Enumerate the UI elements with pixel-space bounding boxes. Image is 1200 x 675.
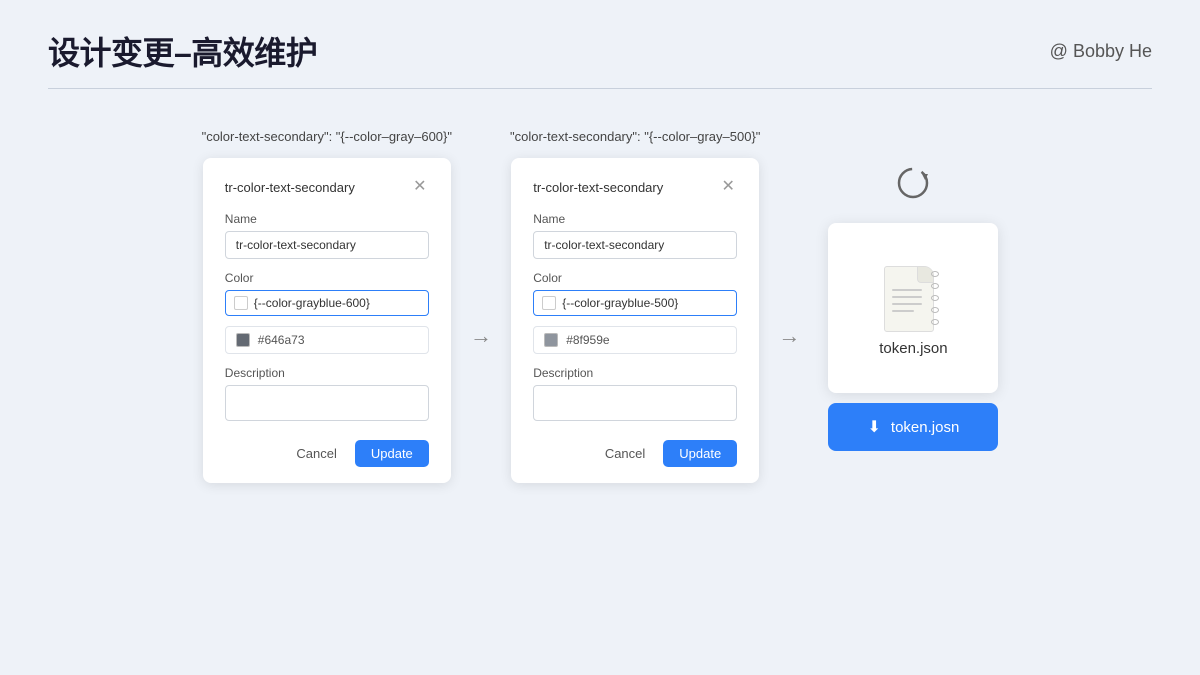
file-line-3 [892, 303, 922, 305]
after-panel-group: "color-text-secondary": "{--color–gray–5… [510, 129, 760, 483]
before-color-label: Color [225, 271, 429, 285]
before-color-swatch-input [234, 296, 248, 310]
before-color-swatch [236, 333, 250, 347]
before-color-value: {--color-grayblue-600} [254, 296, 370, 310]
before-color-input-wrapper: {--color-grayblue-600} [225, 290, 429, 316]
after-color-input-wrapper: {--color-grayblue-500} [533, 290, 737, 316]
file-line-1 [892, 289, 922, 291]
spiral-5 [931, 319, 939, 325]
after-panel-label: "color-text-secondary": "{--color–gray–5… [510, 129, 760, 144]
spiral-3 [931, 295, 939, 301]
arrow-1: → [470, 323, 492, 349]
file-lines [892, 289, 922, 312]
file-icon [884, 260, 942, 332]
token-download-button[interactable]: ⬇ token.josn [828, 403, 998, 451]
before-color-row: #646a73 [225, 326, 429, 354]
user-label: @ Bobby He [1050, 41, 1152, 62]
before-panel-group: "color-text-secondary": "{--color–gray–6… [202, 129, 452, 483]
before-cancel-button[interactable]: Cancel [288, 441, 344, 466]
after-cancel-button[interactable]: Cancel [597, 441, 653, 466]
token-section: token.json ⬇ token.josn [828, 161, 998, 451]
after-color-row: #8f959e [533, 326, 737, 354]
after-card-title: tr-color-text-secondary [533, 180, 663, 195]
after-desc-input[interactable] [533, 385, 737, 421]
after-card: tr-color-text-secondary ✕ Name Color {--… [511, 158, 759, 483]
spiral-4 [931, 307, 939, 313]
after-color-value: {--color-grayblue-500} [562, 296, 678, 310]
after-card-actions: Cancel Update [533, 440, 737, 467]
before-card-title: tr-color-text-secondary [225, 180, 355, 195]
after-name-label: Name [533, 212, 737, 226]
before-color-hex: #646a73 [258, 333, 305, 347]
before-card-header: tr-color-text-secondary ✕ [225, 178, 429, 196]
page: 设计变更–高效维护 @ Bobby He "color-text-seconda… [0, 0, 1200, 675]
after-card-header: tr-color-text-secondary ✕ [533, 178, 737, 196]
spiral-2 [931, 283, 939, 289]
before-desc-input[interactable] [225, 385, 429, 421]
token-file-card: token.json [828, 223, 998, 393]
arrow-2: → [778, 323, 800, 349]
header: 设计变更–高效维护 @ Bobby He [48, 28, 1152, 74]
after-color-label: Color [533, 271, 737, 285]
spiral-1 [931, 271, 939, 277]
after-name-input[interactable] [533, 231, 737, 259]
after-close-button[interactable]: ✕ [719, 178, 737, 196]
file-spiral [931, 271, 939, 325]
before-update-button[interactable]: Update [355, 440, 429, 467]
before-card-actions: Cancel Update [225, 440, 429, 467]
before-panel-label: "color-text-secondary": "{--color–gray–6… [202, 129, 452, 144]
after-update-button[interactable]: Update [663, 440, 737, 467]
after-color-hex: #8f959e [566, 333, 609, 347]
token-download-label: token.josn [891, 419, 959, 436]
file-line-2 [892, 296, 922, 298]
header-divider [48, 88, 1152, 89]
after-color-swatch-input [542, 296, 556, 310]
download-icon: ⬇ [868, 417, 881, 437]
after-color-swatch [544, 333, 558, 347]
before-name-label: Name [225, 212, 429, 226]
refresh-icon-wrapper [891, 161, 935, 205]
main-content: "color-text-secondary": "{--color–gray–6… [48, 129, 1152, 483]
after-desc-label: Description [533, 366, 737, 380]
file-body [884, 266, 934, 332]
file-line-4 [892, 310, 914, 312]
before-name-input[interactable] [225, 231, 429, 259]
refresh-icon [894, 164, 932, 202]
page-title: 设计变更–高效维护 [48, 28, 317, 74]
before-desc-label: Description [225, 366, 429, 380]
before-close-button[interactable]: ✕ [411, 178, 429, 196]
before-card: tr-color-text-secondary ✕ Name Color {--… [203, 158, 451, 483]
token-file-label: token.json [879, 340, 947, 357]
